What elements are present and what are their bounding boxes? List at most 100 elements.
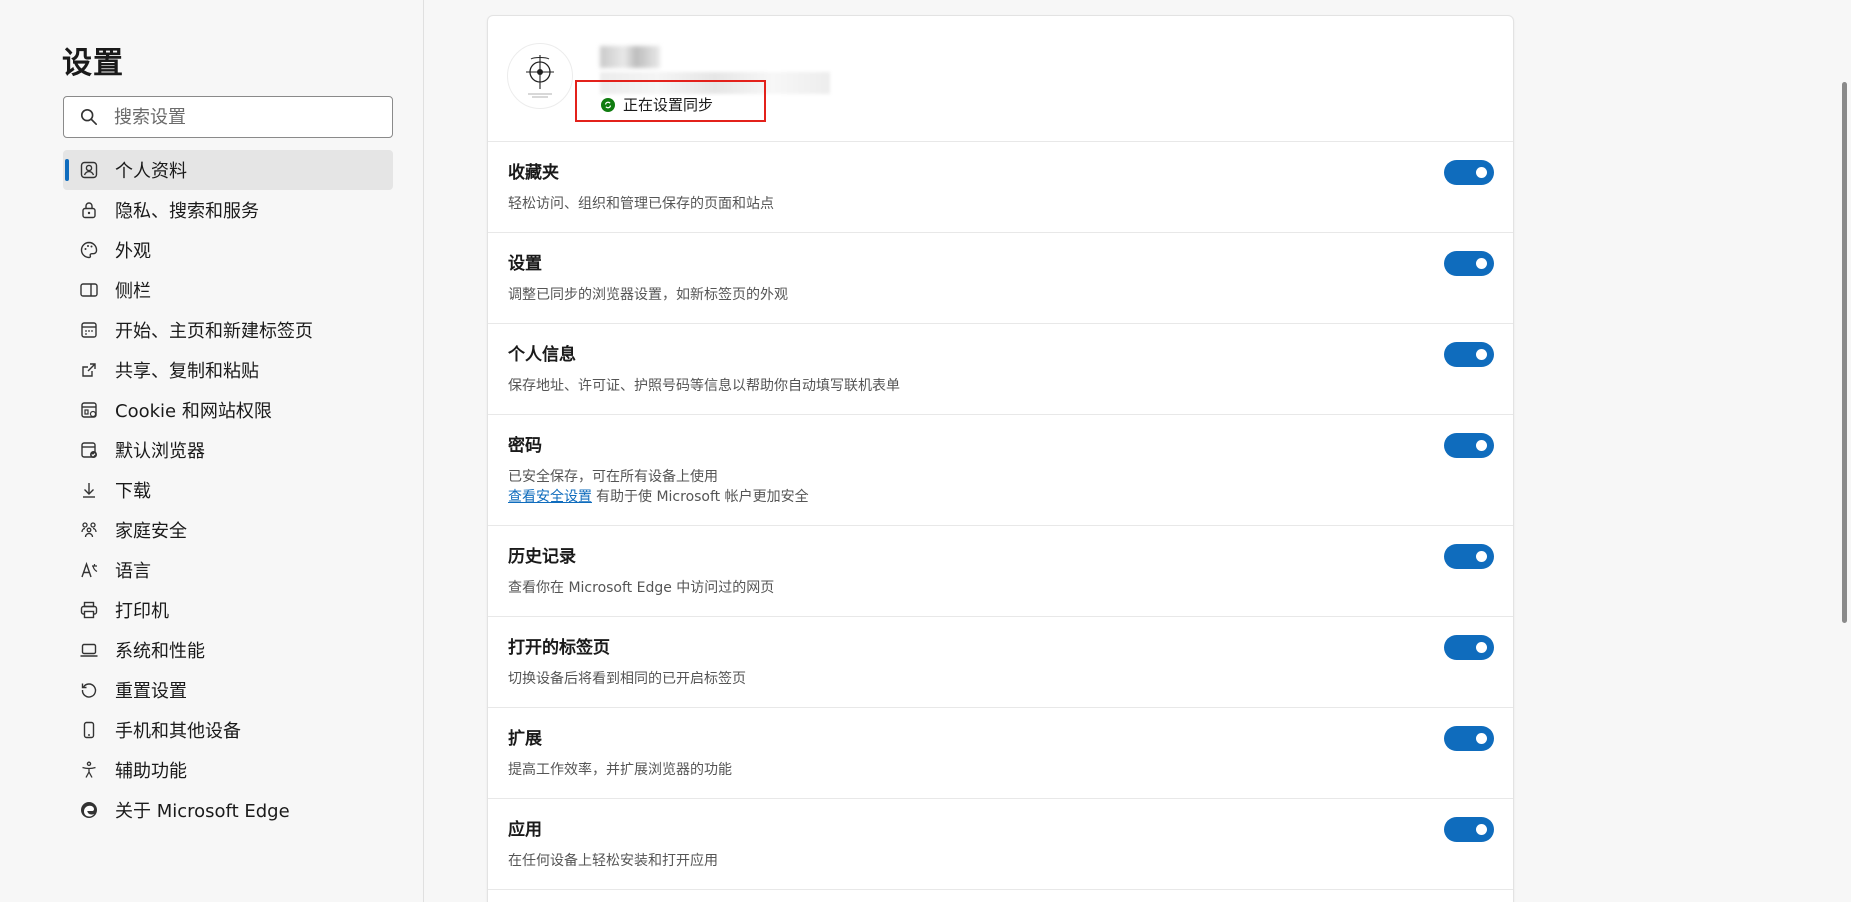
sidebar-item-profiles[interactable]: 个人资料 (63, 150, 393, 190)
share-icon (63, 360, 115, 380)
row-description-suffix: 有助于使 Microsoft 帐户更加安全 (596, 489, 809, 505)
sync-row-open-tabs: 打开的标签页 切换设备后将看到相同的已开启标签页 (488, 617, 1513, 708)
row-description: 调整已同步的浏览器设置，如新标签页的外观 (508, 287, 788, 303)
reset-icon (63, 680, 115, 700)
sidebar-item-label: 家庭安全 (115, 521, 187, 542)
sync-row-apps: 应用 在任何设备上轻松安装和打开应用 (488, 799, 1513, 890)
language-icon (63, 560, 115, 580)
sidebar-item-accessibility[interactable]: 辅助功能 (63, 750, 393, 790)
settings-toggle[interactable] (1444, 251, 1494, 276)
sync-row-history: 历史记录 查看你在 Microsoft Edge 中访问过的网页 (488, 526, 1513, 617)
row-title: 收藏夹 (508, 163, 559, 183)
search-box[interactable] (63, 96, 393, 138)
sidebar-item-label: 系统和性能 (115, 641, 205, 662)
avatar-emblem-icon (526, 55, 554, 98)
row-title: 扩展 (508, 729, 542, 749)
row-title: 历史记录 (508, 547, 576, 567)
lock-icon (63, 200, 115, 220)
sidebar-item-printers[interactable]: 打印机 (63, 590, 393, 630)
download-icon (63, 480, 115, 500)
row-description: 切换设备后将看到相同的已开启标签页 (508, 671, 746, 687)
sidebar-icon (63, 280, 115, 300)
sidebar-item-label: 关于 Microsoft Edge (115, 801, 290, 822)
sidebar-item-label: 语言 (115, 561, 151, 582)
open-tabs-toggle[interactable] (1444, 635, 1494, 660)
sidebar-item-system[interactable]: 系统和性能 (63, 630, 393, 670)
settings-sidebar: 设置 个人资料 隐私、搜索和服务 (0, 0, 424, 902)
sidebar-item-reset[interactable]: 重置设置 (63, 670, 393, 710)
row-title: 密码 (508, 436, 542, 456)
apps-toggle[interactable] (1444, 817, 1494, 842)
row-description: 在任何设备上轻松安装和打开应用 (508, 853, 718, 869)
settings-nav: 个人资料 隐私、搜索和服务 外观 侧栏 开始、主页和新建标签页 共享、复制和粘贴… (63, 150, 393, 830)
sidebar-item-about[interactable]: 关于 Microsoft Edge (63, 790, 393, 830)
sync-icon (601, 97, 615, 112)
row-title: 个人信息 (508, 345, 576, 365)
row-description: 保存地址、许可证、护照号码等信息以帮助你自动填写联机表单 (508, 378, 900, 394)
accessibility-icon (63, 760, 115, 780)
sidebar-item-default-browser[interactable]: 默认浏览器 (63, 430, 393, 470)
sync-status-text: 正在设置同步 (623, 96, 714, 114)
row-title: 应用 (508, 820, 542, 840)
sidebar-item-appearance[interactable]: 外观 (63, 230, 393, 270)
search-icon (64, 108, 114, 126)
sidebar-item-label: 共享、复制和粘贴 (115, 361, 259, 382)
view-security-settings-link[interactable]: 查看安全设置 (508, 489, 592, 505)
sidebar-item-label: 侧栏 (115, 281, 151, 302)
row-title: 打开的标签页 (508, 638, 610, 658)
sidebar-item-start-home[interactable]: 开始、主页和新建标签页 (63, 310, 393, 350)
personal-info-toggle[interactable] (1444, 342, 1494, 367)
default-browser-icon (63, 440, 115, 460)
passwords-toggle[interactable] (1444, 433, 1494, 458)
page-title: 设置 (62, 46, 124, 81)
extensions-toggle[interactable] (1444, 726, 1494, 751)
sync-settings-card: 正在设置同步 收藏夹 轻松访问、组织和管理已保存的页面和站点 设置 调整已同步的… (487, 15, 1514, 902)
sidebar-item-label: 隐私、搜索和服务 (115, 201, 259, 222)
phone-icon (63, 720, 115, 740)
edge-logo-icon (63, 800, 115, 820)
sidebar-item-family[interactable]: 家庭安全 (63, 510, 393, 550)
sidebar-item-label: Cookie 和网站权限 (115, 401, 272, 422)
sidebar-item-label: 下载 (115, 481, 151, 502)
palette-icon (63, 240, 115, 260)
sidebar-item-label: 打印机 (115, 601, 169, 622)
profile-icon (63, 160, 115, 180)
laptop-icon (63, 640, 115, 660)
sync-row-extensions: 扩展 提高工作效率，并扩展浏览器的功能 (488, 708, 1513, 799)
sidebar-item-label: 辅助功能 (115, 761, 187, 782)
sidebar-item-label: 外观 (115, 241, 151, 262)
row-description: 轻松访问、组织和管理已保存的页面和站点 (508, 196, 774, 212)
row-description-secondary: 查看安全设置 有助于使 Microsoft 帐户更加安全 (508, 487, 1493, 507)
sidebar-item-cookies[interactable]: Cookie 和网站权限 (63, 390, 393, 430)
sidebar-item-label: 个人资料 (115, 161, 187, 182)
settings-app: 设置 个人资料 隐私、搜索和服务 (0, 0, 1851, 902)
favorites-toggle[interactable] (1444, 160, 1494, 185)
site-permissions-icon (63, 400, 115, 420)
avatar[interactable] (507, 43, 573, 109)
scrollbar-thumb[interactable] (1842, 82, 1847, 623)
sidebar-item-label: 默认浏览器 (115, 441, 205, 462)
sidebar-item-downloads[interactable]: 下载 (63, 470, 393, 510)
profile-header: 正在设置同步 (488, 16, 1513, 142)
redacted-account-name (600, 46, 660, 68)
page-scrollbar[interactable] (1837, 0, 1851, 902)
sidebar-item-phone[interactable]: 手机和其他设备 (63, 710, 393, 750)
sync-row-personal-info: 个人信息 保存地址、许可证、护照号码等信息以帮助你自动填写联机表单 (488, 324, 1513, 415)
printer-icon (63, 600, 115, 620)
sidebar-item-label: 重置设置 (115, 681, 187, 702)
sidebar-item-label: 开始、主页和新建标签页 (115, 321, 313, 342)
search-input[interactable] (114, 106, 374, 128)
sidebar-item-languages[interactable]: 语言 (63, 550, 393, 590)
sidebar-item-sidebar[interactable]: 侧栏 (63, 270, 393, 310)
family-icon (63, 520, 115, 540)
row-title: 设置 (508, 254, 542, 274)
row-description: 已安全保存，可在所有设备上使用 (508, 469, 718, 485)
row-description: 查看你在 Microsoft Edge 中访问过的网页 (508, 580, 775, 596)
sync-status: 正在设置同步 (601, 94, 713, 115)
sync-row-settings: 设置 调整已同步的浏览器设置，如新标签页的外观 (488, 233, 1513, 324)
history-toggle[interactable] (1444, 544, 1494, 569)
sidebar-item-share[interactable]: 共享、复制和粘贴 (63, 350, 393, 390)
sidebar-item-privacy[interactable]: 隐私、搜索和服务 (63, 190, 393, 230)
sync-row-passwords: 密码 已安全保存，可在所有设备上使用 查看安全设置 有助于使 Microsoft … (488, 415, 1513, 526)
sync-row-favorites: 收藏夹 轻松访问、组织和管理已保存的页面和站点 (488, 142, 1513, 233)
